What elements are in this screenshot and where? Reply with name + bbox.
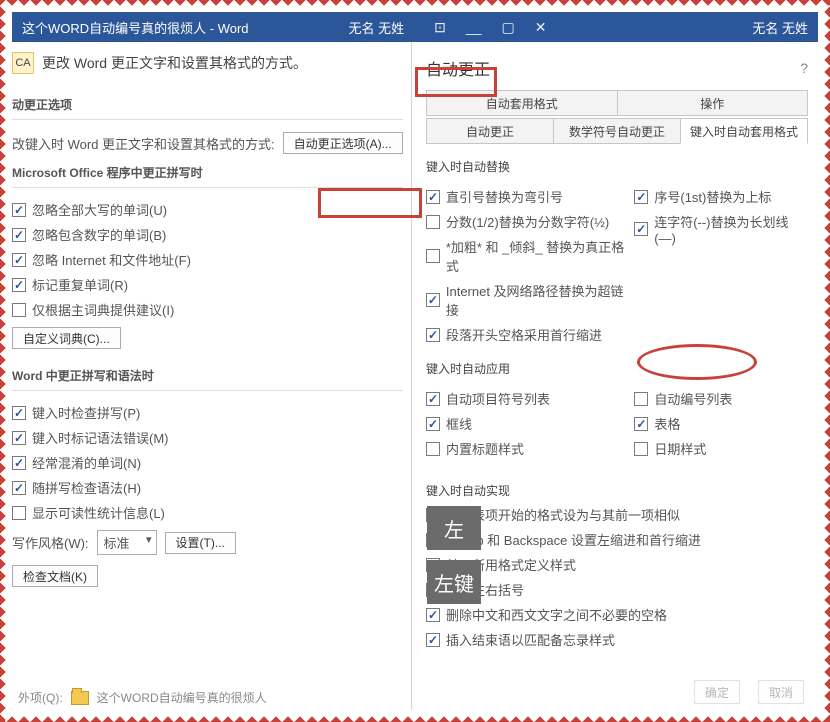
section-word-spell: Word 中更正拼写和语法时	[12, 367, 403, 384]
subhead-auto: 键入时自动实现	[426, 482, 808, 499]
checkbox[interactable]	[12, 456, 26, 470]
custom-dict-button[interactable]: 自定义词典(C)...	[12, 327, 121, 349]
intro-text: 更改 Word 更正文字和设置其格式的方式。	[42, 53, 307, 73]
doc-title: 这个WORD自动编号真的很烦人 - Word	[22, 18, 249, 37]
tab-autocorrect[interactable]: 自动更正	[426, 118, 554, 144]
close-icon[interactable]: ✕	[535, 19, 547, 36]
cb-label: 将列表项开始的格式设为与其前一项相似	[446, 505, 680, 524]
minimize-icon[interactable]: __	[466, 19, 482, 36]
cb-label: 键入时检查拼写(P)	[32, 403, 140, 422]
checkbox[interactable]	[426, 293, 440, 307]
cb-label: 删除中文和西文文字之间不必要的空格	[446, 605, 667, 624]
recheck-doc-button[interactable]: 检查文档(K)	[12, 565, 98, 587]
help-icon[interactable]: ?	[800, 60, 808, 76]
tab-autoformat-as-you-type[interactable]: 键入时自动套用格式	[680, 118, 808, 144]
cancel-button[interactable]: 取消	[758, 680, 804, 704]
cb-label: 随拼写检查语法(H)	[32, 478, 141, 497]
cb-label: 忽略 Internet 和文件地址(F)	[32, 250, 191, 269]
checkbox[interactable]	[12, 203, 26, 217]
style-label: 写作风格(W):	[12, 533, 89, 552]
checkbox[interactable]	[634, 417, 648, 431]
tab-actions[interactable]: 操作	[617, 90, 809, 116]
subhead-replace: 键入时自动替换	[426, 158, 808, 175]
watermark-left-2: 左键	[427, 560, 481, 604]
checkbox[interactable]	[12, 506, 26, 520]
restore-icon[interactable]: ▢	[501, 19, 514, 36]
cb-label: 分数(1/2)替换为分数字符(½)	[446, 212, 609, 231]
cb-label: 忽略全部大写的单词(U)	[32, 200, 167, 219]
cb-label: 经常混淆的单词(N)	[32, 453, 141, 472]
cb-label: 用 Tab 和 Backspace 设置左缩进和首行缩进	[446, 530, 701, 549]
checkbox-auto-number-list[interactable]	[634, 392, 648, 406]
checkbox[interactable]	[634, 222, 648, 236]
checkbox[interactable]	[634, 190, 648, 204]
proofing-icon: CA	[12, 52, 34, 74]
checkbox[interactable]	[12, 253, 26, 267]
section-autocorrect-options: 动更正选项	[12, 96, 403, 113]
cb-label: 忽略包含数字的单词(B)	[32, 225, 166, 244]
watermark-left-1: 左	[427, 506, 481, 550]
checkbox[interactable]	[12, 481, 26, 495]
ok-button[interactable]: 确定	[694, 680, 740, 704]
checkbox[interactable]	[12, 303, 26, 317]
checkbox[interactable]	[426, 190, 440, 204]
checkbox[interactable]	[426, 249, 440, 263]
cb-label: 标记重复单词(R)	[32, 275, 128, 294]
title-bar: 这个WORD自动编号真的很烦人 - Word 无名 无姓 ⊡ __ ▢ ✕ 无名…	[12, 12, 818, 42]
section-office-spell: Microsoft Office 程序中更正拼写时	[12, 164, 403, 181]
cb-label: 键入时标记语法错误(M)	[32, 428, 169, 447]
checkbox[interactable]	[426, 633, 440, 647]
cb-label: *加粗* 和 _倾斜_ 替换为真正格式	[446, 237, 635, 275]
cb-label: 仅根据主词典提供建议(I)	[32, 300, 174, 319]
tab-autoformat[interactable]: 自动套用格式	[426, 90, 618, 116]
doc-icon	[71, 691, 89, 705]
cb-label: 自动项目符号列表	[446, 389, 550, 408]
autocorrect-desc: 改键入时 Word 更正文字和设置其格式的方式:	[12, 134, 275, 153]
cb-label: 框线	[446, 414, 472, 433]
cb-label: 表格	[654, 414, 680, 433]
autocorrect-dialog: 自动更正 ? 自动套用格式 操作 自动更正 数学符号自动更正 键入时自动套用格式…	[412, 42, 818, 710]
cb-label: 内置标题样式	[446, 439, 524, 458]
cb-label: 日期样式	[654, 439, 706, 458]
cb-label: 直引号替换为弯引号	[446, 187, 563, 206]
checkbox[interactable]	[12, 278, 26, 292]
window-controls: ⊡ __ ▢ ✕	[434, 19, 546, 36]
options-proofing-panel: CA 更改 Word 更正文字和设置其格式的方式。 动更正选项 改键入时 Wor…	[12, 42, 412, 710]
checkbox[interactable]	[12, 431, 26, 445]
checkbox[interactable]	[12, 228, 26, 242]
user-name-right: 无名 无姓	[752, 18, 808, 37]
box-icon[interactable]: ⊡	[434, 19, 446, 36]
autocorrect-options-button[interactable]: 自动更正选项(A)...	[283, 132, 403, 154]
tab-math-autocorrect[interactable]: 数学符号自动更正	[553, 118, 681, 144]
cb-label: 插入结束语以匹配备忘录样式	[446, 630, 615, 649]
checkbox[interactable]	[426, 442, 440, 456]
writing-style-combo[interactable]: 标准	[97, 530, 157, 555]
cb-label: 显示可读性统计信息(L)	[32, 503, 165, 522]
cb-label: 段落开头空格采用首行缩进	[446, 325, 602, 344]
cb-label: 连字符(--)替换为长划线(—)	[654, 212, 808, 246]
cb-label: Internet 及网络路径替换为超链接	[446, 281, 635, 319]
checkbox[interactable]	[426, 392, 440, 406]
checkbox[interactable]	[12, 406, 26, 420]
checkbox[interactable]	[426, 608, 440, 622]
user-name-center: 无名 无姓	[349, 18, 405, 37]
cb-label: 自动编号列表	[654, 389, 732, 408]
checkbox[interactable]	[426, 328, 440, 342]
cb-label: 序号(1st)替换为上标	[654, 187, 771, 206]
style-settings-button[interactable]: 设置(T)...	[165, 532, 236, 554]
exceptions-docname: 这个WORD自动编号真的很烦人	[97, 689, 267, 706]
checkbox[interactable]	[426, 417, 440, 431]
exceptions-label: 外项(Q):	[18, 689, 63, 706]
exceptions-row: 外项(Q): 这个WORD自动编号真的很烦人	[18, 689, 267, 706]
checkbox[interactable]	[426, 215, 440, 229]
dialog-title: 自动更正	[426, 56, 490, 80]
subhead-apply: 键入时自动应用	[426, 360, 808, 377]
checkbox[interactable]	[634, 442, 648, 456]
